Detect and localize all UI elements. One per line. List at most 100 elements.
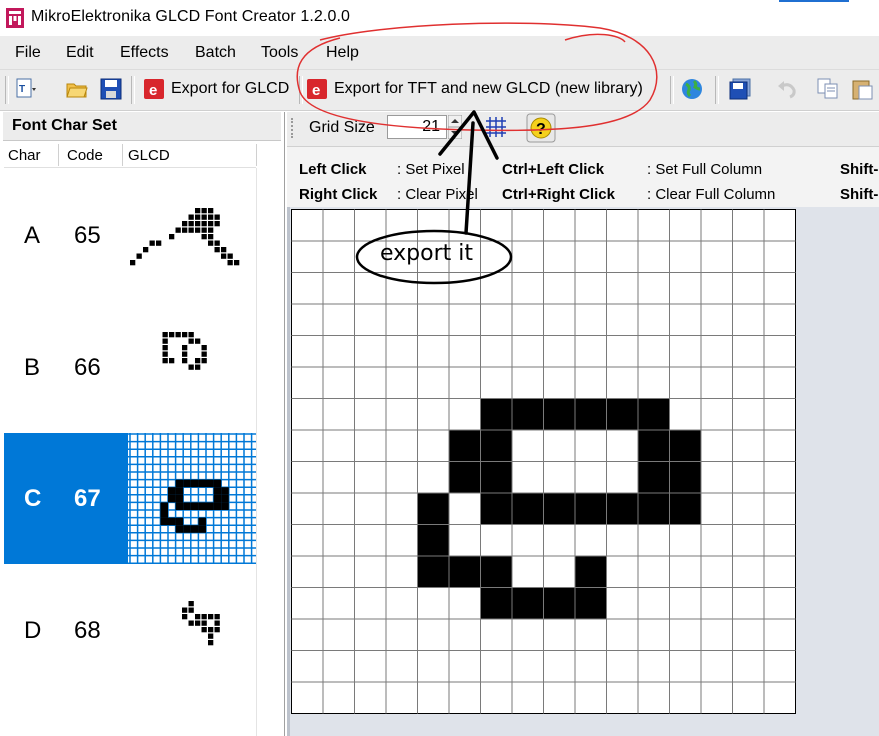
pixel-set — [480, 587, 512, 619]
glyph-pixel — [175, 479, 184, 488]
glyph-pixel — [201, 208, 207, 214]
instruction-result: : Clear Pixel — [397, 186, 478, 203]
grid-size-label: Grid Size — [309, 119, 375, 136]
pixel-set — [606, 398, 638, 430]
menu-edit[interactable]: Edit — [66, 44, 94, 62]
glyph-pixel — [198, 517, 206, 526]
pixel-set — [669, 430, 701, 462]
toolbar-separator — [715, 76, 719, 104]
glyph-pixel — [201, 627, 207, 633]
glyph-pixel — [160, 517, 168, 526]
glyph-pixel — [188, 364, 194, 370]
glyph-pixel — [195, 364, 201, 370]
pixel-editor-grid[interactable] — [291, 209, 797, 715]
glyph-pixel — [182, 614, 188, 620]
menu-file[interactable]: File — [15, 44, 41, 62]
glyph-pixel — [214, 627, 220, 633]
glyph-pixel — [208, 614, 214, 620]
glyph-pixel — [227, 253, 233, 259]
glyph-pixel — [162, 338, 168, 344]
svg-text:e: e — [312, 82, 320, 99]
char-row-b[interactable]: B 66 — [4, 302, 256, 433]
glyph-pixel — [190, 502, 199, 510]
menu-batch[interactable]: Batch — [195, 44, 236, 62]
new-font-icon[interactable]: T — [15, 78, 37, 100]
open-folder-icon[interactable] — [66, 78, 88, 100]
glyph-preview-a — [130, 208, 240, 266]
export-tft-button[interactable]: Export for TFT and new GLCD (new library… — [334, 80, 643, 98]
export-glcd-icon[interactable]: e — [143, 78, 165, 100]
column-header-char[interactable]: Char — [8, 147, 41, 164]
menu-effects[interactable]: Effects — [120, 44, 169, 62]
grid-toggle-icon[interactable] — [484, 115, 508, 139]
export-tft-icon[interactable]: e — [306, 78, 328, 100]
instruction-action: Ctrl+Right Click — [502, 186, 615, 203]
glyph-pixel — [182, 607, 188, 613]
glyph-pixel — [182, 332, 188, 338]
vertical-scrollbar[interactable] — [256, 168, 282, 736]
code-value: 65 — [74, 222, 101, 249]
save-all-icon[interactable] — [729, 78, 751, 100]
glyph-pixel — [182, 345, 188, 351]
save-icon[interactable] — [100, 78, 122, 100]
glyph-pixel — [190, 479, 199, 488]
instruction-result: : Set Full Column — [647, 161, 763, 178]
pixel-set — [449, 556, 481, 588]
grid-size-spinner[interactable] — [448, 115, 462, 139]
menu-help[interactable]: Help — [326, 44, 359, 62]
glyph-pixel — [221, 502, 229, 510]
pixel-set — [638, 493, 670, 525]
instruction-action: Ctrl+Left Click — [502, 161, 605, 178]
column-header-code[interactable]: Code — [67, 147, 103, 164]
pixel-set — [606, 493, 638, 525]
glyph-pixel — [162, 332, 168, 338]
char-row-d[interactable]: D 68 — [4, 565, 256, 696]
glyph-pixel — [149, 240, 155, 246]
grid-size-input[interactable]: 21 — [387, 115, 447, 139]
instruction-result: : Set Pixel — [397, 161, 465, 178]
toolbar-grip — [291, 118, 297, 138]
pixel-set — [575, 587, 607, 619]
glyph-pixel — [195, 214, 201, 220]
pixel-set — [543, 398, 575, 430]
help-icon[interactable]: ? — [526, 113, 556, 143]
copy-icon[interactable] — [817, 78, 839, 100]
pixel-set — [575, 398, 607, 430]
glyph-pixel — [188, 620, 194, 626]
pixel-set — [417, 493, 449, 525]
glyph-pixel — [183, 479, 191, 488]
glyph-pixel — [188, 221, 194, 227]
toolbar-separator — [299, 76, 303, 104]
column-divider — [256, 144, 257, 166]
glyph-preview-c — [128, 433, 256, 564]
globe-icon[interactable] — [681, 78, 703, 100]
glyph-pixel — [213, 479, 222, 488]
menu-tools[interactable]: Tools — [261, 44, 298, 62]
export-glcd-button[interactable]: Export for GLCD — [171, 80, 289, 98]
glyph-pixel — [175, 227, 181, 233]
glyph-pixel — [221, 494, 229, 503]
glyph-pixel — [221, 247, 227, 253]
editor-toolbar — [287, 112, 879, 147]
glyph-pixel — [208, 640, 214, 646]
glyph-pixel — [183, 525, 191, 533]
glyph-pixel — [182, 351, 188, 357]
undo-icon[interactable] — [776, 78, 798, 100]
pixel-set — [512, 587, 544, 619]
glyph-pixel — [208, 633, 214, 639]
glyph-pixel — [195, 620, 201, 626]
glyph-pixel — [182, 227, 188, 233]
pixel-set — [449, 461, 481, 493]
pixel-set — [575, 493, 607, 525]
column-header-glcd[interactable]: GLCD — [128, 147, 170, 164]
glyph-pixel — [208, 221, 214, 227]
glyph-pixel — [160, 502, 168, 510]
char-row-c[interactable]: C 67 — [4, 433, 256, 564]
glyph-pixel — [190, 525, 199, 533]
char-row-a[interactable]: A 65 — [4, 170, 256, 301]
instruction-action: Left Click — [299, 161, 367, 178]
glyph-pixel — [213, 494, 222, 503]
paste-icon[interactable] — [851, 78, 873, 100]
glyph-pixel — [214, 214, 220, 220]
glyph-pixel — [208, 208, 214, 214]
